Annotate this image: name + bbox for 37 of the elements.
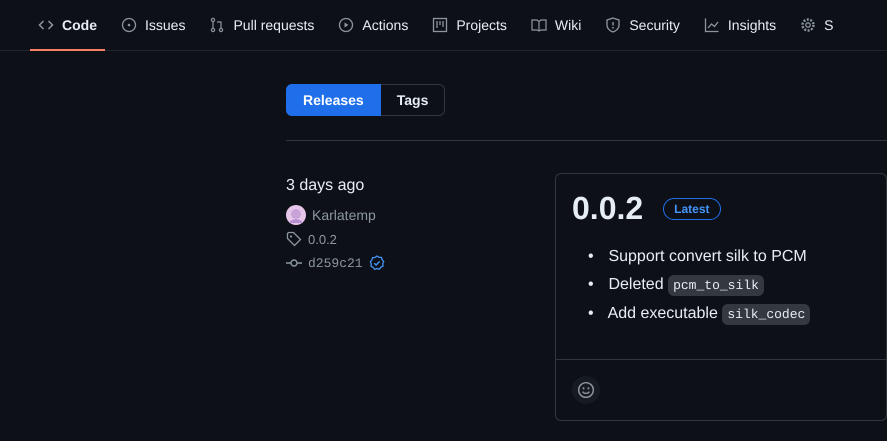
release-note: Support convert silk to PCM (608, 248, 807, 265)
nav-tab[interactable]: Security (597, 0, 688, 51)
avatar (286, 205, 306, 225)
bullet: • (588, 275, 595, 295)
circle-dot-icon (121, 16, 137, 32)
reaction-button[interactable] (572, 376, 600, 404)
bullet: • (588, 247, 595, 267)
shield-icon (605, 16, 622, 32)
nav-tab[interactable]: S (792, 0, 842, 51)
tag-link[interactable]: 0.0.2 (308, 232, 337, 246)
release-note: Deleted (608, 276, 664, 293)
inline-code: silk_codec (722, 304, 810, 325)
release-title: 0.0.2 (572, 190, 644, 227)
pull-request-icon (209, 16, 226, 32)
nav-tab[interactable]: Insights (696, 0, 784, 51)
nav-tab[interactable]: Wiki (522, 0, 590, 51)
nav-tab[interactable]: Code (30, 0, 105, 51)
segment-button[interactable]: Releases (286, 84, 381, 116)
tag-icon (286, 231, 302, 247)
nav-tab[interactable]: Actions (330, 0, 416, 51)
play-icon (338, 16, 354, 32)
settings-icon (800, 16, 816, 32)
latest-badge: Latest (663, 198, 721, 220)
book-icon (530, 16, 547, 32)
nav-tab[interactable]: Projects (424, 0, 515, 51)
graph-icon (704, 16, 720, 32)
smiley-icon (577, 381, 595, 399)
nav-tab[interactable]: Pull requests (201, 0, 322, 51)
segment-button[interactable]: Tags (380, 84, 446, 116)
release-note: Add executable (608, 305, 718, 322)
nav-tab[interactable]: Issues (113, 0, 194, 51)
inline-code: pcm_to_silk (668, 275, 764, 296)
commit-link[interactable]: d259c21 (308, 256, 363, 270)
board-icon (432, 16, 448, 32)
author-link[interactable]: Karlatemp (312, 207, 376, 223)
bullet: • (588, 304, 595, 324)
release-date: 3 days ago (286, 177, 366, 195)
